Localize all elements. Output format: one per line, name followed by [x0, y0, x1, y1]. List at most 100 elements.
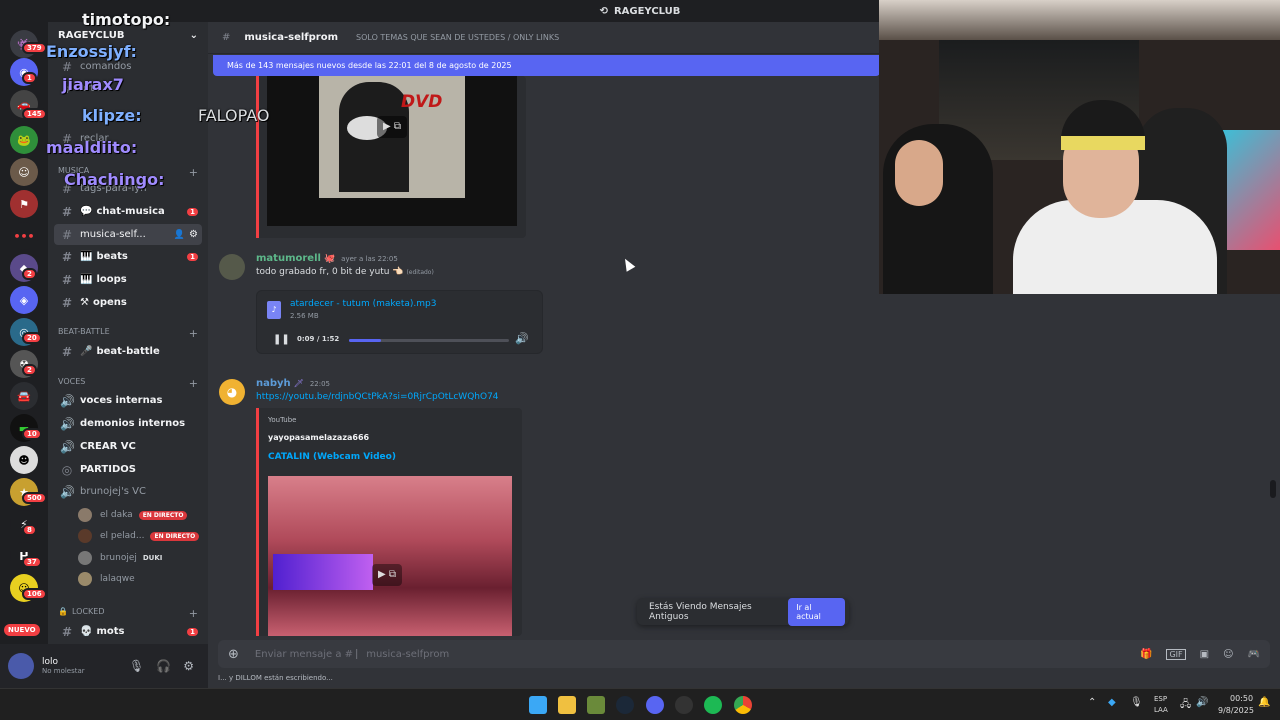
message-input[interactable]: ⊕ Enviar mensaje a # ⎸musica-selfprom 🎁 … [218, 640, 1270, 668]
video-thumbnail[interactable]: DVD ▶ ⧉ [267, 76, 517, 226]
gift-icon[interactable]: 🎁 [1140, 649, 1152, 660]
avatar[interactable]: ◕ [219, 379, 245, 405]
voice-user[interactable]: el daka EN DIRECTO [78, 508, 203, 522]
chat-scrollbar[interactable] [1270, 480, 1276, 498]
headphones-icon[interactable]: 🎧 [156, 659, 171, 673]
server-icon-6[interactable]: ⚑ [10, 190, 38, 218]
message-text: todo grabado fr, 0 bit de yutu 👈🏻 [256, 267, 404, 277]
clock-date: 9/8/2025 [1218, 706, 1254, 715]
notification-icon[interactable]: 🔔 [1258, 697, 1270, 708]
hash-icon: # [222, 32, 231, 43]
avatar[interactable] [8, 653, 34, 679]
stage-icon: ◎ [61, 462, 73, 477]
server-icon-7[interactable]: ••• [10, 222, 38, 250]
voice-channel-voces-internas[interactable]: 🔊 voces internas [54, 390, 202, 411]
video-embed-top[interactable]: DVD ▶ ⧉ [256, 76, 526, 238]
voice-channel-crear-vc[interactable]: 🔊 CREAR VC [54, 436, 202, 457]
pause-icon[interactable]: ❚❚ [273, 334, 290, 345]
server-icon-9[interactable]: ◈ [10, 286, 38, 314]
attachment-size: 2.56 MB [290, 312, 319, 320]
voice-user[interactable]: brunojej DUKI [78, 551, 203, 565]
jump-to-present-button[interactable]: Ir al actual [788, 597, 845, 626]
embed-author[interactable]: yayopasamelazaza666 [268, 433, 369, 442]
hash-icon: # [61, 272, 73, 287]
play-icon[interactable]: ▶ ⧉ [372, 564, 402, 586]
lang-esp[interactable]: ESP [1154, 695, 1167, 703]
audio-progress-bar[interactable] [349, 339, 509, 342]
channel-loops[interactable]: # 🎹 loops [54, 269, 202, 290]
channel-musica-selfprom[interactable]: # musica-self... 👤 ⚙ [54, 224, 202, 245]
plus-icon[interactable]: + [189, 327, 198, 340]
server-icon-4[interactable]: 🐸 [10, 126, 38, 154]
chat-header: # musica-selfprom SOLO TEMAS QUE SEAN DE… [208, 22, 880, 54]
unread-badge: 1 [187, 252, 198, 261]
play-icon[interactable]: ▶ ⧉ [377, 116, 407, 138]
new-messages-bar[interactable]: Más de 143 mensajes nuevos desde las 22:… [213, 55, 880, 76]
chrome-icon[interactable] [734, 696, 752, 714]
tray-icon[interactable]: ◆ [1108, 697, 1116, 708]
app-icon[interactable] [675, 696, 693, 714]
live-badge: EN DIRECTO [150, 531, 200, 541]
discord-icon[interactable] [646, 696, 664, 714]
gear-icon[interactable]: ⚙ [189, 229, 198, 240]
plus-icon[interactable]: + [189, 377, 198, 390]
voice-channel-partidos[interactable]: ◎ PARTIDOS [54, 459, 202, 480]
chevron-up-icon[interactable]: ⌃ [1088, 697, 1096, 708]
server-icon-12[interactable]: 🚘 [10, 382, 38, 410]
voice-user[interactable]: el pelad... EN DIRECTO [78, 529, 203, 543]
embed-title[interactable]: CATALIN (Webcam Video) [268, 452, 396, 462]
channel-reclar[interactable]: # reclar [54, 128, 202, 149]
voice-channel-brunojej[interactable]: 🔊 brunojej's VC [54, 481, 202, 502]
message-author[interactable]: matumorell [256, 253, 321, 264]
new-servers-pill[interactable]: NUEVO [4, 624, 40, 636]
video-thumbnail[interactable]: ▶ ⧉ [268, 476, 512, 636]
hash-icon: # [61, 81, 73, 96]
clock-time[interactable]: 00:50 [1230, 694, 1253, 703]
message-timestamp: 22:05 [309, 380, 331, 388]
voice-user[interactable]: lalaqwe [78, 572, 203, 586]
gif-icon[interactable]: GIF [1166, 648, 1186, 660]
app-icon[interactable] [587, 696, 605, 714]
microphone-icon[interactable]: 🎙 [129, 659, 144, 673]
network-icon[interactable]: 🖧 [1180, 697, 1191, 714]
sticker-icon[interactable]: ▣ [1200, 649, 1209, 660]
plus-circle-icon[interactable]: ⊕ [228, 647, 239, 662]
channel-beats[interactable]: # 🎹 beats 1 [54, 246, 202, 267]
message-link[interactable]: https://youtu.be/rdjnbQCtPkA?si=0RjrCpOt… [256, 392, 576, 402]
channel-tags-para-lyn[interactable]: # tags-para-lyn [54, 178, 202, 199]
avatar [78, 551, 92, 565]
category-beat-battle[interactable]: BEAT-BATTLE + [58, 327, 198, 340]
windows-start-icon[interactable] [529, 696, 547, 714]
channel-beat-battle[interactable]: # 🎤 beat-battle [54, 341, 202, 362]
server-icon-14[interactable]: ☻ [10, 446, 38, 474]
channel-sidebar: RAGEYCLUB ⌄ # comandos # arte # reclar MUSI… [48, 22, 208, 644]
steam-icon[interactable] [616, 696, 634, 714]
category-locked[interactable]: 🔒 LOCKED + [58, 607, 198, 620]
add-member-icon[interactable]: 👤 [174, 230, 185, 240]
volume-icon[interactable]: 🔊 [515, 332, 529, 345]
apps-icon[interactable]: 🎮 [1248, 649, 1260, 660]
channel-comandos[interactable]: # comandos [54, 56, 202, 77]
volume-icon[interactable]: 🔊 [1196, 697, 1208, 708]
server-name-header[interactable]: RAGEYCLUB ⌄ [58, 30, 198, 41]
hash-icon: # [61, 249, 73, 264]
file-explorer-icon[interactable] [558, 696, 576, 714]
channel-chat-musica[interactable]: # 💬 chat-musica 1 [54, 201, 202, 222]
voice-channel-demonios-internos[interactable]: 🔊 demonios internos [54, 413, 202, 434]
server-badge: 145 [22, 108, 47, 120]
category-voces[interactable]: VOCES + [58, 377, 198, 390]
emoji-icon[interactable]: ☺ [1223, 649, 1233, 660]
attachment-filename[interactable]: atardecer - tutum (maketa).mp3 [290, 299, 436, 309]
spotify-icon[interactable] [704, 696, 722, 714]
server-badge: 20 [22, 332, 42, 344]
chevron-down-icon[interactable]: ⌄ [190, 30, 198, 41]
avatar[interactable] [219, 254, 245, 280]
microphone-icon[interactable]: 🎙 [1130, 697, 1143, 708]
gear-icon[interactable]: ⚙ [183, 659, 194, 673]
plus-icon[interactable]: + [189, 607, 198, 620]
message-author[interactable]: nabyh [256, 378, 291, 389]
channel-opens[interactable]: # ⚒ opens [54, 292, 202, 313]
channel-arte[interactable]: # arte [54, 78, 202, 99]
channel-mots[interactable]: # 💀 mots 1 [54, 621, 202, 642]
server-icon-5[interactable]: ☺ [10, 158, 38, 186]
